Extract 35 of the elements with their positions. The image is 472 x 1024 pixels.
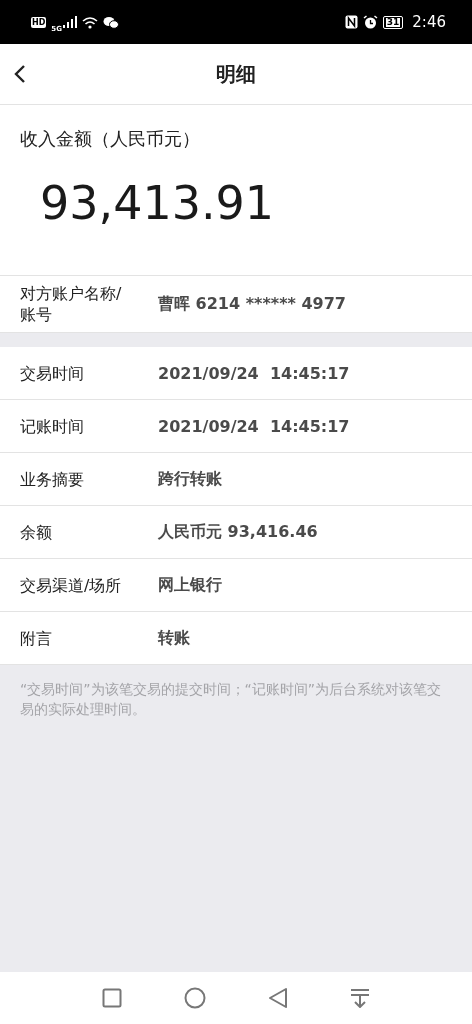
footnote: “交易时间”为该笔交易的提交时间；“记账时间”为后台系统对该笔交易的实际处理时间。 xyxy=(20,680,442,719)
row-value: 跨行转账 xyxy=(158,468,222,490)
row-label: 附言 xyxy=(20,627,53,649)
pull-down-icon xyxy=(350,988,370,1008)
row-value: 2021/09/24 14:45:17 xyxy=(158,363,350,383)
battery-level: 31 xyxy=(385,17,401,27)
nfc-icon xyxy=(344,15,358,29)
back-nav-button[interactable] xyxy=(268,987,288,1009)
row-label: 对方账户名称/账号 xyxy=(20,283,123,325)
amount-label: 收入金额（人民币元） xyxy=(20,127,201,151)
page-title: 明细 xyxy=(216,60,256,88)
clock-time: 2:46 xyxy=(412,13,446,31)
home-button[interactable] xyxy=(184,987,206,1009)
square-icon xyxy=(102,988,122,1008)
chat-icon xyxy=(102,15,119,29)
row-value: 曹晖 6214 ****** 4977 xyxy=(158,293,346,315)
notification-button[interactable] xyxy=(350,988,370,1008)
recent-apps-button[interactable] xyxy=(102,988,122,1008)
row-label: 记账时间 xyxy=(20,415,85,437)
row-value: 网上银行 xyxy=(158,574,222,596)
triangle-icon xyxy=(268,987,288,1009)
hd-badge: HD xyxy=(31,16,47,28)
row-value: 人民币元 93,416.46 xyxy=(158,521,318,543)
amount-value: 93,413.91 xyxy=(40,176,276,230)
wifi-icon xyxy=(81,15,98,29)
back-icon xyxy=(14,64,26,84)
row-label: 余额 xyxy=(20,521,53,543)
circle-icon xyxy=(184,987,206,1009)
row-value: 2021/09/24 14:45:17 xyxy=(158,416,350,436)
alarm-icon xyxy=(362,15,378,29)
row-label: 交易渠道/场所 xyxy=(20,574,123,596)
row-value: 转账 xyxy=(158,627,190,649)
row-label: 交易时间 xyxy=(20,362,85,384)
signal-icon xyxy=(62,16,77,28)
row-label: 业务摘要 xyxy=(20,468,85,490)
